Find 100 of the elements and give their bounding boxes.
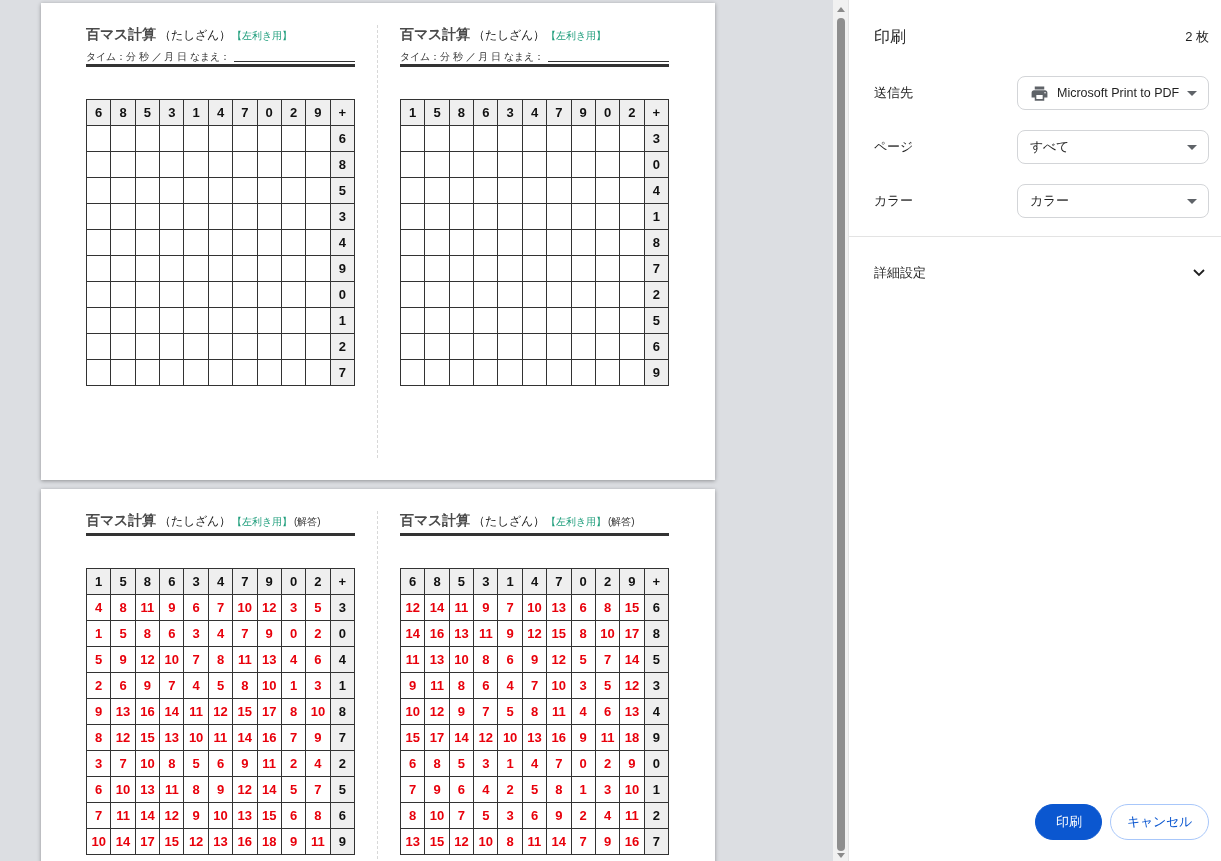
answer-box — [620, 230, 645, 256]
answer-box — [306, 360, 331, 386]
row-header-cell: 6 — [330, 803, 355, 829]
answer-box — [257, 282, 282, 308]
table-cell: 6 — [449, 777, 475, 803]
answer-box — [233, 178, 258, 204]
table-cell: 11 — [184, 699, 209, 725]
table-header-cell: 7 — [547, 569, 572, 595]
answer-box — [160, 256, 185, 282]
table-cell: 7 — [522, 673, 548, 699]
table-header-cell: 9 — [620, 569, 645, 595]
answer-box — [233, 308, 258, 334]
table-cell: 12 — [184, 829, 209, 855]
dropdown-value: カラー — [1030, 192, 1070, 210]
print-button[interactable]: 印刷 — [1035, 804, 1102, 840]
answer-box — [135, 308, 161, 334]
answer-box — [595, 152, 621, 178]
answer-box — [425, 204, 450, 230]
answer-box — [160, 308, 185, 334]
table-cell: 8 — [87, 725, 112, 751]
table-header-cell: 0 — [257, 100, 282, 126]
setting-dropdown[interactable]: Microsoft Print to PDF — [1017, 76, 1209, 110]
table-cell: 5 — [111, 621, 136, 647]
table-cell: 10 — [184, 725, 209, 751]
table-cell: 5 — [281, 777, 307, 803]
answer-label: (解答) — [608, 517, 635, 527]
table-cell: 14 — [425, 595, 450, 621]
table-cell: 9 — [160, 595, 185, 621]
table-cell: 4 — [571, 699, 596, 725]
table-header-cell: + — [644, 100, 669, 126]
answer-box — [233, 360, 258, 386]
worksheet-title: 百マス計算 — [86, 513, 156, 527]
table-cell: 10 — [160, 647, 185, 673]
table-cell: 12 — [111, 725, 136, 751]
table-cell: 4 — [87, 595, 112, 621]
answer-box — [498, 230, 523, 256]
table-cell: 8 — [425, 751, 450, 777]
answer-box — [184, 230, 209, 256]
table-cell: 13 — [111, 699, 136, 725]
answer-box — [425, 308, 450, 334]
answer-box — [233, 126, 258, 152]
table-cell: 6 — [474, 673, 499, 699]
setting-dropdown[interactable]: カラー — [1017, 184, 1209, 218]
table-cell: 8 — [184, 777, 209, 803]
scroll-down-arrow-icon[interactable] — [836, 853, 845, 858]
table-header-cell: 5 — [449, 569, 475, 595]
more-settings-label[interactable]: 詳細設定 — [874, 263, 926, 283]
answer-box — [498, 204, 523, 230]
table-cell: 9 — [233, 751, 258, 777]
table-cell: 14 — [233, 725, 258, 751]
answer-box — [281, 256, 307, 282]
worksheet-title: 百マス計算 — [400, 513, 470, 527]
answer-box — [160, 178, 185, 204]
table-cell: 16 — [233, 829, 258, 855]
answer-box — [208, 230, 234, 256]
row-header-cell: 2 — [330, 751, 355, 777]
row-header-cell: 3 — [644, 126, 669, 152]
table-cell: 13 — [160, 725, 185, 751]
table-cell: 15 — [135, 725, 161, 751]
table-cell: 11 — [208, 725, 234, 751]
table-cell: 12 — [425, 699, 450, 725]
answer-box — [522, 230, 548, 256]
table-cell: 8 — [111, 595, 136, 621]
table-cell: 10 — [425, 803, 450, 829]
table-cell: 16 — [257, 725, 282, 751]
answer-box — [522, 178, 548, 204]
table-header-cell: 6 — [87, 100, 112, 126]
scroll-up-arrow-icon[interactable] — [836, 7, 845, 12]
answer-box — [595, 126, 621, 152]
table-cell: 12 — [233, 777, 258, 803]
table-cell: 9 — [184, 803, 209, 829]
answer-box — [571, 334, 596, 360]
answer-box — [571, 204, 596, 230]
chevron-down-icon[interactable] — [1193, 269, 1205, 277]
scroll-thumb[interactable] — [836, 18, 845, 851]
answer-box — [571, 282, 596, 308]
row-header-cell: 7 — [644, 829, 669, 855]
answer-box — [547, 256, 572, 282]
answer-box — [208, 282, 234, 308]
table-cell: 11 — [595, 725, 621, 751]
setting-dropdown[interactable]: すべて — [1017, 130, 1209, 164]
answer-box — [449, 308, 475, 334]
table-cell: 12 — [620, 673, 645, 699]
table-cell: 15 — [620, 595, 645, 621]
answer-box — [111, 204, 136, 230]
table-header-cell: 6 — [474, 100, 499, 126]
answer-box — [498, 126, 523, 152]
row-header-cell: 4 — [644, 699, 669, 725]
worksheet-subtitle: （たしざん） — [473, 515, 545, 527]
answer-box — [449, 334, 475, 360]
table-cell: 11 — [449, 595, 475, 621]
table-header-cell: 2 — [306, 569, 331, 595]
table-cell: 5 — [306, 595, 331, 621]
cancel-button[interactable]: キャンセル — [1110, 804, 1209, 840]
answer-box — [111, 282, 136, 308]
row-header-cell: 2 — [644, 282, 669, 308]
table-cell: 13 — [233, 803, 258, 829]
answer-box — [257, 308, 282, 334]
answer-box — [135, 230, 161, 256]
table-header-cell: 4 — [208, 100, 234, 126]
